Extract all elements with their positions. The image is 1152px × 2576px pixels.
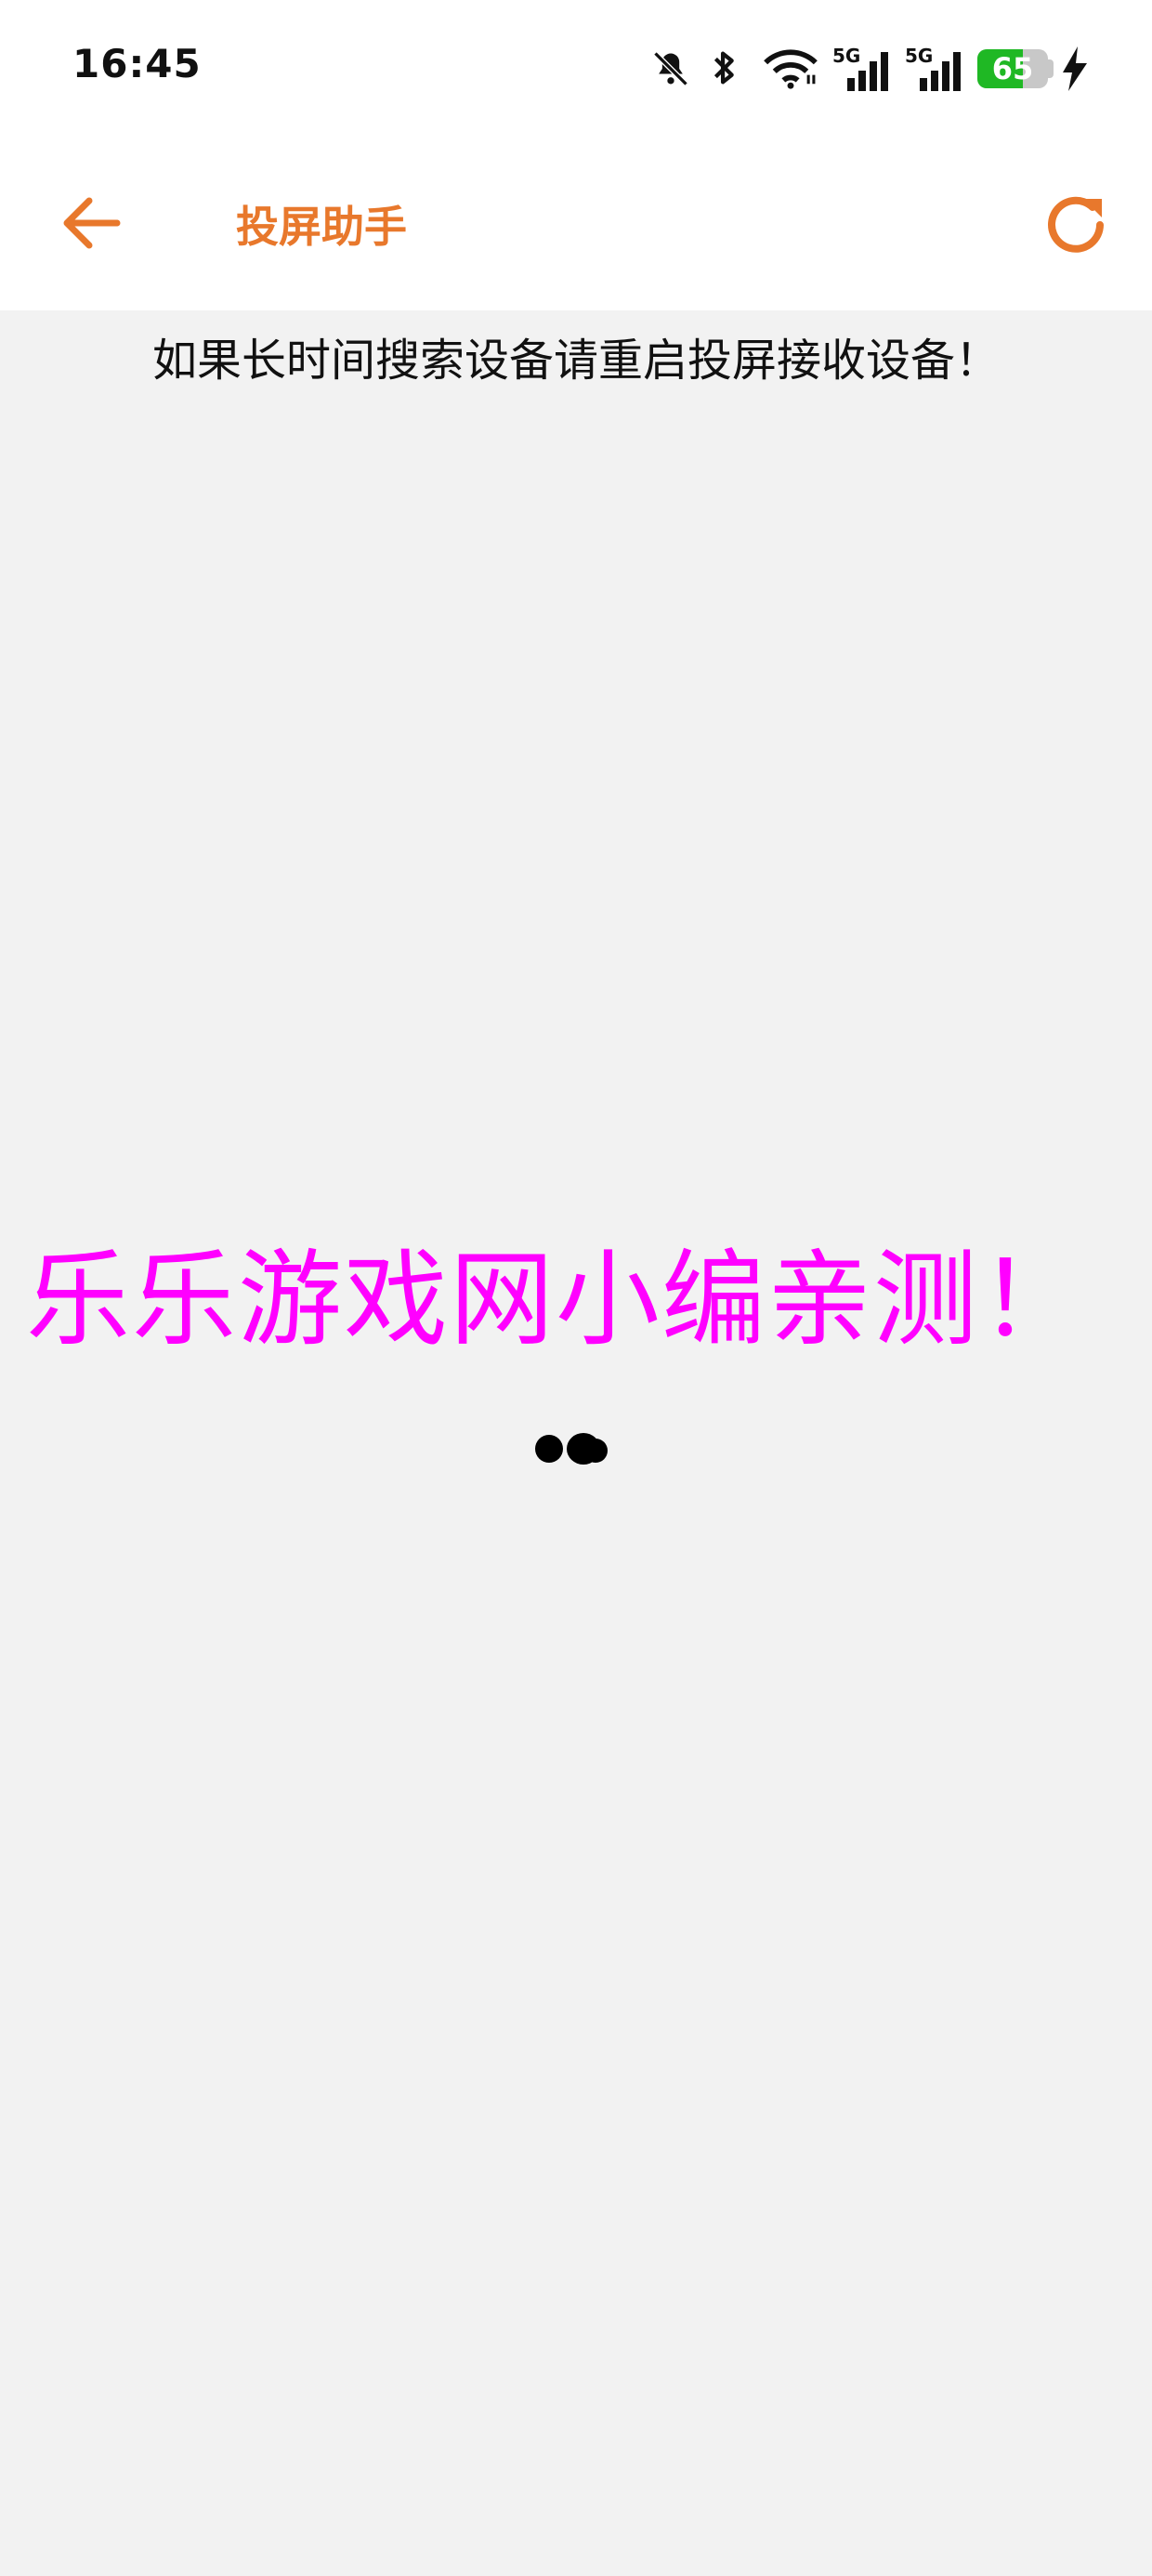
battery-icon: 65	[977, 49, 1048, 88]
refresh-icon	[1048, 196, 1104, 253]
loading-dots-icon	[535, 1429, 619, 1466]
signal-5g-icon: 5G	[832, 45, 892, 91]
loading-dot	[583, 1439, 608, 1463]
wifi-icon	[764, 49, 818, 89]
app-bar: 投屏助手	[0, 139, 1152, 310]
watermark-text: 乐乐游戏网小编亲测！	[26, 1240, 1085, 1360]
back-button[interactable]	[48, 178, 137, 268]
refresh-button[interactable]	[1031, 178, 1120, 268]
bell-muted-icon	[653, 51, 688, 86]
battery-level: 65	[991, 51, 1034, 86]
loading-dot	[535, 1435, 563, 1463]
status-time: 16:45	[72, 41, 202, 86]
charging-icon	[1063, 46, 1087, 91]
battery-nub	[1048, 59, 1054, 78]
arrow-left-icon	[63, 197, 121, 249]
page-title: 投屏助手	[236, 202, 407, 252]
signal-5g-icon: 5G	[905, 45, 964, 91]
status-bar: 16:45 5G 5G 65	[0, 0, 1152, 139]
search-hint: 如果长时间搜索设备请重启投屏接收设备！	[151, 335, 1000, 387]
bluetooth-icon	[713, 51, 734, 85]
